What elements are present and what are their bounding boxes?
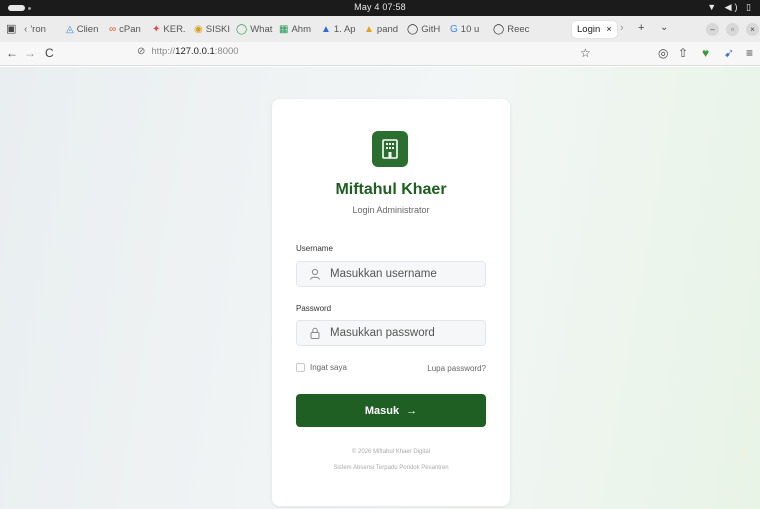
tab-label: GitH: [421, 24, 441, 35]
login-card: Miftahul Khaer Login Administrator Usern…: [272, 99, 510, 506]
back-icon[interactable]: ←: [6, 46, 18, 60]
tab-favicon-icon: ◯: [407, 24, 419, 35]
tab-label: cPan: [119, 24, 141, 35]
os-top-bar: May 4 07:58 ▼ ◀) ▯: [0, 0, 760, 16]
extension-shield-icon[interactable]: ♥: [702, 46, 709, 60]
tab-2[interactable]: ∞ cPan: [109, 21, 149, 38]
tab-0[interactable]: ‹'ron: [24, 21, 64, 38]
tab-favicon-icon: ∞: [109, 24, 117, 35]
tab-label: Ahm: [291, 24, 311, 35]
footer-system-name: Sistem Absensi Terpadu Pondok Pesantren: [333, 465, 449, 471]
tab-10[interactable]: G 10 u: [450, 21, 490, 38]
menu-icon[interactable]: ≡: [746, 46, 753, 60]
tab-label: Login: [577, 24, 601, 35]
system-tray-icons[interactable]: ▼ ◀) ▯: [707, 2, 754, 13]
tab-label: Reec: [507, 24, 530, 35]
login-button-label: Masuk: [364, 404, 400, 417]
tab-label: SISKI: [205, 24, 231, 35]
user-icon: [310, 268, 320, 280]
tab-3[interactable]: ✦ KER.: [152, 21, 192, 38]
tab-label: pand: [376, 24, 399, 35]
tab-favicon-icon: ◯: [493, 24, 505, 35]
password-input[interactable]: [330, 327, 480, 339]
tab-label: What: [250, 24, 273, 35]
tab-favicon-icon: ‹: [24, 24, 28, 35]
reload-icon[interactable]: C: [45, 46, 54, 60]
tab-11[interactable]: ◯ Reec: [493, 21, 533, 38]
login-button[interactable]: Masuk →: [296, 394, 486, 427]
account-icon[interactable]: ◎: [658, 46, 668, 60]
password-label: Password: [296, 304, 332, 313]
tab-favicon-icon: ◯: [236, 24, 248, 35]
remember-me[interactable]: Ingat saya: [296, 363, 347, 372]
tab-favicon-icon: ✦: [152, 24, 161, 35]
url-host: 127.0.0.1: [175, 46, 215, 57]
tab-overview-icon[interactable]: ▣: [6, 22, 16, 35]
username-field[interactable]: [296, 261, 486, 287]
arrow-right-icon: →: [406, 404, 418, 417]
tab-favicon-icon: ▦: [279, 24, 289, 35]
new-tab-icon[interactable]: +: [638, 22, 644, 34]
browser-nav-bar: ← → C ⊘ http://127.0.0.1:8000 ☆ ◎ ⇧ ♥ ➹ …: [0, 42, 760, 66]
username-input[interactable]: [330, 268, 480, 280]
tab-favicon-icon: ◬: [66, 24, 74, 35]
app-title: Miftahul Khaer: [335, 181, 447, 198]
share-icon[interactable]: ⇧: [678, 46, 688, 60]
tab-6[interactable]: ▦ Ahm: [279, 21, 319, 38]
tab-label: 'ron: [30, 24, 46, 35]
minimize-icon[interactable]: –: [706, 23, 719, 36]
forgot-password-link[interactable]: Lupa password?: [427, 364, 486, 373]
tab-favicon-icon: G: [450, 24, 458, 35]
tab-8[interactable]: ▲ pand: [364, 21, 404, 38]
tab-label: Clien: [76, 24, 99, 35]
remember-label: Ingat saya: [310, 363, 347, 372]
tab-5[interactable]: ◯ What: [236, 21, 276, 38]
tab-label: 10 u: [460, 24, 480, 35]
close-window-icon[interactable]: ×: [746, 23, 759, 36]
os-clock[interactable]: May 4 07:58: [0, 2, 760, 12]
extension-arrow-icon[interactable]: ➹: [724, 46, 734, 60]
username-label: Username: [296, 244, 333, 253]
bookmark-star-icon[interactable]: ☆: [580, 46, 591, 60]
tab-login-active[interactable]: Login ×: [572, 21, 617, 38]
tab-favicon-icon: ◉: [194, 24, 203, 35]
app-subtitle: Login Administrator: [352, 205, 430, 215]
tab-favicon-icon: ▲: [321, 24, 331, 35]
tab-4[interactable]: ◉ SISKI: [194, 21, 234, 38]
url-port: :8000: [214, 46, 239, 57]
url-scheme: http://: [151, 46, 176, 57]
restore-icon[interactable]: ▫: [726, 23, 739, 36]
tab-scroll-right-icon[interactable]: ›: [620, 22, 624, 34]
remember-checkbox[interactable]: [296, 363, 305, 372]
tab-favicon-icon: ▲: [364, 24, 374, 35]
lock-icon: [310, 327, 320, 339]
tab-label: KER.: [163, 24, 186, 35]
tab-7[interactable]: ▲ 1. Ap: [321, 21, 361, 38]
site-info-icon[interactable]: ⊘: [137, 46, 145, 57]
building-logo-icon: [372, 131, 408, 167]
footer-copyright: © 2026 Miftahul Khaer Digital: [351, 449, 431, 455]
tab-close-icon[interactable]: ×: [606, 24, 612, 35]
tab-label: 1. Ap: [333, 24, 356, 35]
forward-icon[interactable]: →: [24, 46, 36, 60]
page-background: Miftahul Khaer Login Administrator Usern…: [0, 67, 760, 509]
tab-9[interactable]: ◯ GitH: [407, 21, 447, 38]
tab-list-chevron-icon[interactable]: ⌄: [660, 22, 668, 33]
browser-tab-bar: ▣ ‹'ron ◬ Clien ∞ cPan ✦ KER. ◉ SISKI ◯ What ▦ Ahm ▲ 1…: [0, 16, 760, 42]
tab-1[interactable]: ◬ Clien: [66, 21, 106, 38]
password-field[interactable]: [296, 320, 486, 346]
address-bar[interactable]: ⊘ http://127.0.0.1:8000: [137, 46, 239, 57]
